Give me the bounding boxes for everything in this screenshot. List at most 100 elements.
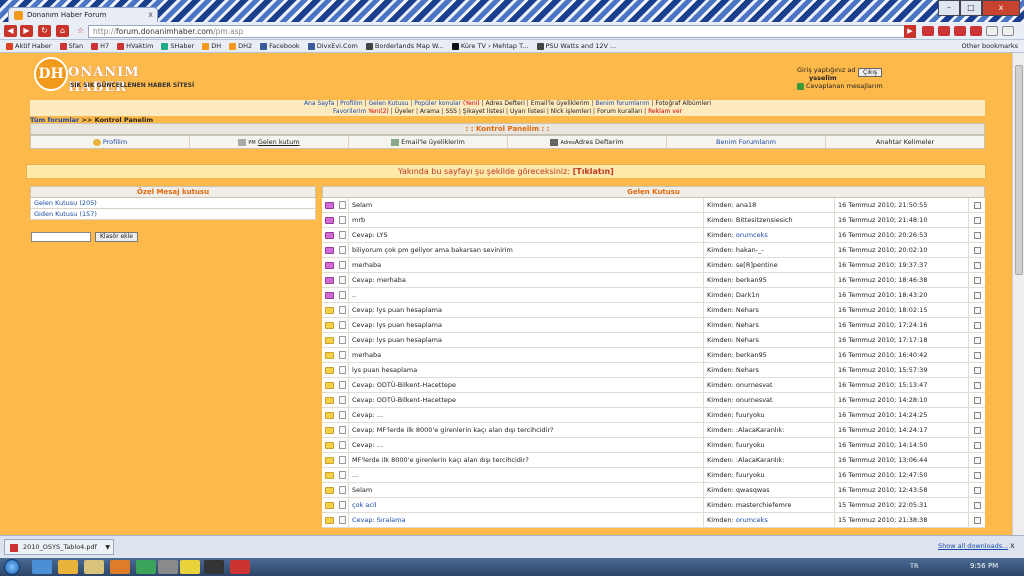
bookmark-item[interactable]: PSU Watts and 12V ... bbox=[536, 42, 616, 50]
table-row[interactable]: Cevap: ODTÜ-Bilkent-Hacettepe Kimden: onu… bbox=[322, 393, 985, 408]
tab-keywords[interactable]: Anahtar Kelimeler bbox=[826, 136, 984, 148]
nav-link[interactable]: Benim forumlarım bbox=[595, 100, 649, 107]
nav-link[interactable]: Fotoğraf Albümleri bbox=[655, 100, 711, 107]
message-subject[interactable]: merhaba bbox=[349, 348, 704, 362]
select-checkbox[interactable] bbox=[973, 336, 981, 344]
notice-link[interactable]: [Tıklatın] bbox=[573, 167, 614, 176]
tab-close-icon[interactable]: x bbox=[148, 8, 153, 22]
table-row[interactable]: Cevap: lys puan hesaplama Kimden: Nehars 1… bbox=[322, 303, 985, 318]
bookmark-item[interactable]: Küre TV › Mehtap T... bbox=[451, 42, 529, 50]
table-row[interactable]: Cevap: Sıralama Kimden: orumceks 15 Temmuz… bbox=[322, 513, 985, 528]
table-row[interactable]: Selam Kimden: qwasqwas 16 Temmuz 2010; 12:… bbox=[322, 483, 985, 498]
message-subject[interactable]: biliyorum çok pm geliyor ama bakarsan se… bbox=[349, 243, 704, 257]
nav-link[interactable]: Email'le üyeliklerim bbox=[531, 100, 590, 107]
nav-link[interactable]: SSS bbox=[446, 108, 457, 115]
message-subject[interactable]: Selam bbox=[349, 483, 704, 497]
nav-link[interactable]: Ana Sayfa bbox=[304, 100, 334, 107]
nav-link[interactable]: Gelen Kutusu bbox=[368, 100, 408, 107]
message-subject[interactable]: Selam bbox=[349, 198, 704, 212]
table-row[interactable]: MF'lerde ilk 8000'e girenlerin kaçı alan… bbox=[322, 453, 985, 468]
table-row[interactable]: Cevap: LYS Kimden: orumceks 16 Temmuz 2010… bbox=[322, 228, 985, 243]
select-checkbox[interactable] bbox=[973, 381, 981, 389]
message-subject[interactable]: Cevap: MF'lerde ilk 8000'e girenlerin ka… bbox=[349, 423, 704, 437]
select-checkbox[interactable] bbox=[973, 351, 981, 359]
unanswered-link[interactable]: Cevaplanan mesajlarım bbox=[797, 82, 883, 90]
extension-icon[interactable] bbox=[922, 26, 934, 36]
message-subject[interactable]: Cevap: merhaba bbox=[349, 273, 704, 287]
select-checkbox[interactable] bbox=[973, 231, 981, 239]
select-checkbox[interactable] bbox=[973, 456, 981, 464]
chevron-down-icon[interactable]: ▼ bbox=[105, 540, 110, 555]
acrobat-icon[interactable] bbox=[230, 560, 250, 574]
browser-tab[interactable]: Donanım Haber Forum x bbox=[8, 7, 158, 22]
address-bar[interactable]: http://forum.donanimhaber.com/pm.asp bbox=[88, 25, 916, 38]
other-bookmarks[interactable]: Other bookmarks bbox=[961, 40, 1018, 53]
select-checkbox[interactable] bbox=[973, 366, 981, 374]
select-checkbox[interactable] bbox=[973, 201, 981, 209]
page-menu-icon[interactable] bbox=[986, 26, 998, 36]
select-checkbox[interactable] bbox=[973, 426, 981, 434]
message-subject[interactable]: Cevap: LYS bbox=[349, 228, 704, 242]
inbox-folder-link[interactable]: Gelen Kutusu (205) bbox=[30, 198, 316, 209]
app-icon[interactable] bbox=[180, 560, 200, 574]
nav-link[interactable]: Popüler konular bbox=[414, 100, 461, 107]
table-row[interactable]: Cevap: ... Kimden: fuuryoku 16 Temmuz 2010… bbox=[322, 438, 985, 453]
nav-link[interactable]: Adres Defteri bbox=[486, 100, 525, 107]
table-row[interactable]: Cevap: merhaba Kimden: berkan95 16 Temmuz … bbox=[322, 273, 985, 288]
bookmark-item[interactable]: Borderlands Map W... bbox=[365, 42, 444, 50]
message-subject[interactable]: mrb bbox=[349, 213, 704, 227]
site-logo[interactable]: DH ONANIM HABER SIK SIK GÜNCELLENEN HABE… bbox=[34, 57, 194, 97]
message-subject[interactable]: lys puan hesaplama bbox=[349, 363, 704, 377]
chrome-icon[interactable] bbox=[58, 560, 78, 574]
star-icon[interactable]: ☆ bbox=[74, 25, 87, 37]
app-icon[interactable] bbox=[136, 560, 156, 574]
reload-icon[interactable]: ↻ bbox=[38, 25, 51, 37]
folder-icon[interactable] bbox=[84, 560, 104, 574]
app-icon[interactable] bbox=[204, 560, 224, 574]
select-checkbox[interactable] bbox=[973, 471, 981, 479]
clock[interactable]: 9:56 PM bbox=[970, 562, 998, 570]
nav-link[interactable]: Reklam ver bbox=[648, 108, 682, 115]
table-row[interactable]: biliyorum çok pm geliyor ama bakarsan se… bbox=[322, 243, 985, 258]
tab-email-subscriptions[interactable]: Email'le üyeliklerim bbox=[349, 136, 508, 148]
message-subject[interactable]: Cevap: ODTÜ-Bilkent-Hacettepe bbox=[349, 378, 704, 392]
add-folder-button[interactable]: Klasör ekle bbox=[95, 232, 138, 242]
message-subject[interactable]: çok acil bbox=[349, 498, 704, 512]
table-row[interactable]: merhaba Kimden: se[R]pentine 16 Temmuz 201… bbox=[322, 258, 985, 273]
table-row[interactable]: merhaba Kimden: berkan95 16 Temmuz 2010; 1… bbox=[322, 348, 985, 363]
ie-icon[interactable] bbox=[32, 560, 52, 574]
select-checkbox[interactable] bbox=[973, 441, 981, 449]
table-row[interactable]: .. Kimden: Dark1n 16 Temmuz 2010; 18:43:20 bbox=[322, 288, 985, 303]
select-checkbox[interactable] bbox=[973, 246, 981, 254]
tab-inbox[interactable]: PM Gelen kutum bbox=[190, 136, 349, 148]
table-row[interactable]: Selam Kimden: ana18 16 Temmuz 2010; 21:50:… bbox=[322, 198, 985, 213]
folder-name-input[interactable] bbox=[31, 232, 91, 242]
nav-link[interactable]: Şikayet listesi bbox=[463, 108, 504, 115]
nav-link[interactable]: Üyeler bbox=[395, 108, 414, 115]
bookmark-item[interactable]: DH bbox=[202, 42, 221, 50]
extension-icon[interactable] bbox=[970, 26, 982, 36]
select-checkbox[interactable] bbox=[973, 516, 981, 524]
select-checkbox[interactable] bbox=[973, 291, 981, 299]
table-row[interactable]: Cevap: ... Kimden: fuuryoku 16 Temmuz 2010… bbox=[322, 408, 985, 423]
tab-address-book[interactable]: AdresAdres Defterim bbox=[508, 136, 667, 148]
bookmark-item[interactable]: DH2 bbox=[229, 42, 252, 50]
forward-arrow-icon[interactable]: ▶ bbox=[20, 25, 33, 37]
select-checkbox[interactable] bbox=[973, 276, 981, 284]
download-item[interactable]: 2010_OSYS_Tablo4.pdf ▼ bbox=[4, 539, 114, 555]
extension-icon[interactable] bbox=[954, 26, 966, 36]
go-arrow-icon[interactable]: ▶ bbox=[904, 25, 916, 38]
bookmark-item[interactable]: SHaber bbox=[161, 42, 194, 50]
extension-icon[interactable] bbox=[938, 26, 950, 36]
bookmark-item[interactable]: Facebook bbox=[260, 42, 300, 50]
language-indicator[interactable]: TR bbox=[910, 562, 919, 570]
bookmark-item[interactable]: Sfan bbox=[59, 42, 83, 50]
table-row[interactable]: çok acil Kimden: masterchiefemre 15 Temmuz… bbox=[322, 498, 985, 513]
page-scrollbar[interactable] bbox=[1012, 53, 1024, 535]
select-checkbox[interactable] bbox=[973, 321, 981, 329]
message-subject[interactable]: MF'lerde ilk 8000'e girenlerin kaçı alan… bbox=[349, 453, 704, 467]
outbox-folder-link[interactable]: Giden Kutusu (157) bbox=[30, 209, 316, 220]
logout-button[interactable]: Çıkış bbox=[858, 68, 883, 77]
wrench-menu-icon[interactable] bbox=[1002, 26, 1014, 36]
select-checkbox[interactable] bbox=[973, 216, 981, 224]
